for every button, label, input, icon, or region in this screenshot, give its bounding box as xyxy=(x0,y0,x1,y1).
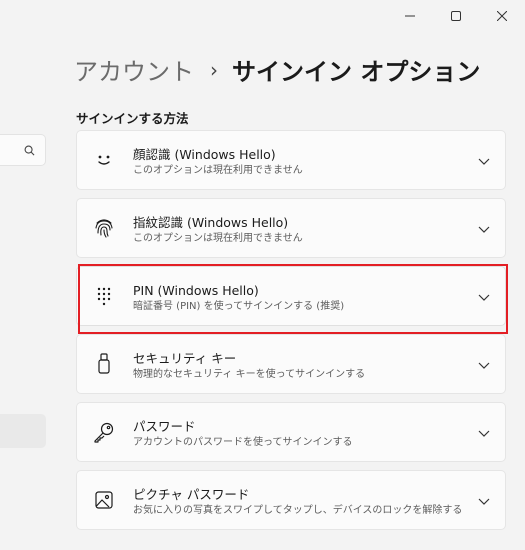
maximize-button[interactable] xyxy=(433,0,479,32)
key-icon xyxy=(93,421,115,443)
option-title: パスワード xyxy=(133,419,196,434)
close-button[interactable] xyxy=(479,0,525,32)
option-description: お気に入りの写真をスワイプしてタップし、デバイスのロックを解除する xyxy=(133,505,463,516)
option-picture-password[interactable]: ピクチャ パスワード お気に入りの写真をスワイプしてタップし、デバイスのロックを… xyxy=(76,470,506,530)
minimize-icon xyxy=(405,15,415,17)
chevron-down-icon[interactable] xyxy=(477,222,491,236)
option-fingerprint[interactable]: 指紋認識 (Windows Hello) このオプションは現在利用できません xyxy=(76,198,506,258)
chevron-down-icon[interactable] xyxy=(477,290,491,304)
chevron-down-icon[interactable] xyxy=(477,494,491,508)
maximize-icon xyxy=(451,11,461,21)
page-title: サインイン オプション xyxy=(232,58,481,86)
option-title: セキュリティ キー xyxy=(133,351,237,366)
breadcrumb-parent[interactable]: アカウント xyxy=(74,52,194,87)
signin-options-list: 顔認識 (Windows Hello) このオプションは現在利用できません 指紋… xyxy=(76,130,506,538)
section-heading: サインインする方法 xyxy=(76,111,189,126)
security-key-icon xyxy=(93,353,115,375)
option-description: 物理的なセキュリティ キーを使ってサインインする xyxy=(133,369,366,380)
option-title: 顔認識 (Windows Hello) xyxy=(133,147,276,162)
close-icon xyxy=(497,11,507,21)
minimize-button[interactable] xyxy=(387,0,433,32)
option-title: 指紋認識 (Windows Hello) xyxy=(133,215,289,230)
search-icon xyxy=(24,145,35,155)
option-description: このオプションは現在利用できません xyxy=(133,233,303,244)
face-icon xyxy=(93,149,115,171)
picture-password-icon xyxy=(93,489,115,511)
option-description: 暗証番号 (PIN) を使ってサインインする (推奨) xyxy=(133,301,345,312)
option-description: このオプションは現在利用できません xyxy=(133,165,303,176)
window-controls xyxy=(387,0,525,32)
breadcrumb: アカウント › サインイン オプション xyxy=(74,52,480,87)
option-security-key[interactable]: セキュリティ キー 物理的なセキュリティ キーを使ってサインインする xyxy=(76,334,506,394)
search-input[interactable] xyxy=(0,134,46,166)
option-face-recognition[interactable]: 顔認識 (Windows Hello) このオプションは現在利用できません xyxy=(76,130,506,190)
option-title: PIN (Windows Hello) xyxy=(133,283,259,298)
fingerprint-icon xyxy=(93,217,115,239)
chevron-down-icon[interactable] xyxy=(477,426,491,440)
sidebar-item-accounts[interactable] xyxy=(0,414,46,448)
breadcrumb-separator: › xyxy=(210,57,218,82)
option-password[interactable]: パスワード アカウントのパスワードを使ってサインインする xyxy=(76,402,506,462)
option-pin[interactable]: PIN (Windows Hello) 暗証番号 (PIN) を使ってサインイン… xyxy=(76,266,506,326)
option-title: ピクチャ パスワード xyxy=(133,487,250,502)
chevron-down-icon[interactable] xyxy=(477,154,491,168)
pin-keypad-icon xyxy=(93,285,115,307)
option-description: アカウントのパスワードを使ってサインインする xyxy=(133,437,353,448)
chevron-down-icon[interactable] xyxy=(477,358,491,372)
